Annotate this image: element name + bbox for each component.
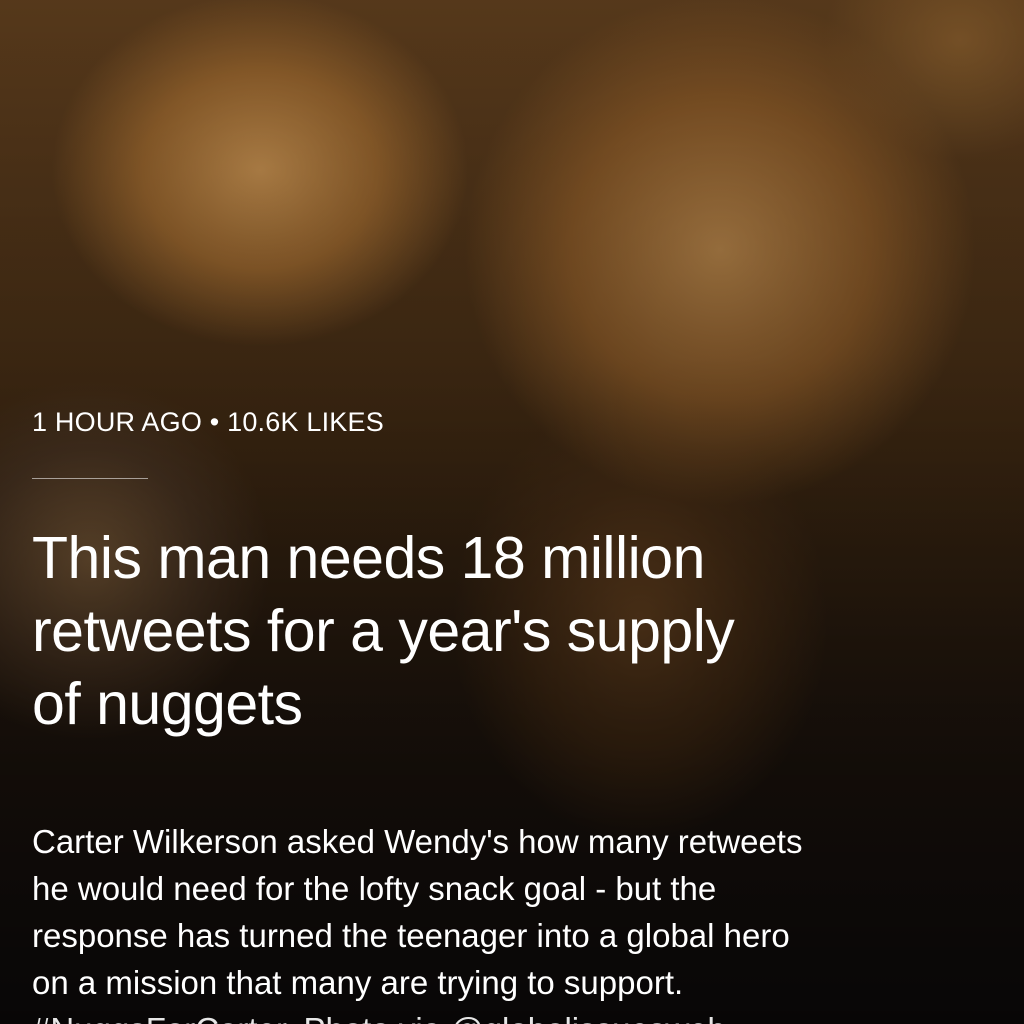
description-line: on a mission that many are trying to sup…: [32, 964, 684, 1001]
headline[interactable]: This man needs 18 million retweets for a…: [32, 522, 972, 741]
description-line: response has turned the teenager into a …: [32, 917, 790, 954]
headline-line: of nuggets: [32, 671, 303, 737]
story-screen: 1 HOUR AGO • 10.6K LIKES This man needs …: [0, 0, 1024, 1024]
description-line: Carter Wilkerson asked Wendy's how many …: [32, 823, 803, 860]
story-description: Carter Wilkerson asked Wendy's how many …: [32, 818, 992, 1024]
post-meta: 1 HOUR AGO • 10.6K LIKES: [32, 407, 384, 438]
likes-count[interactable]: 10.6K LIKES: [227, 407, 384, 437]
headline-line: This man needs 18 million: [32, 525, 705, 591]
description-line: he would need for the lofty snack goal -…: [32, 870, 717, 907]
time-ago: 1 HOUR AGO: [32, 407, 203, 437]
divider: [32, 478, 148, 479]
description-line-cut-off: #NuggsForCarter. Photo via @globalissues…: [32, 1006, 992, 1024]
headline-line: retweets for a year's supply: [32, 598, 735, 664]
meta-separator: •: [209, 407, 220, 437]
